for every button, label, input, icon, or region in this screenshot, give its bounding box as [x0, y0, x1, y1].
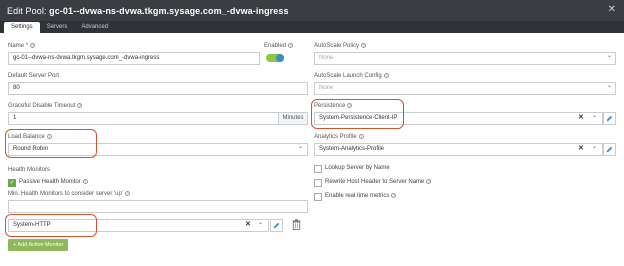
default-port-label: Default Server Port [8, 73, 60, 79]
rewrite-checkbox[interactable] [314, 179, 322, 187]
enabled-toggle[interactable] [266, 54, 284, 62]
help-icon[interactable]: ? [426, 179, 432, 184]
tab-advanced[interactable]: Advanced [74, 22, 115, 33]
graceful-unit: Minutes [279, 112, 308, 125]
help-icon[interactable]: ? [358, 134, 364, 139]
chevron-down-icon[interactable]: ⌄ [298, 143, 303, 150]
pencil-icon[interactable] [603, 112, 616, 125]
autoscale-policy-label: AutoScale Policy? [314, 43, 367, 50]
help-icon[interactable]: ? [82, 179, 88, 184]
modal-titlebar: Edit Pool: gc-01--dvwa-ns-dvwa.tkgm.sysa… [0, 0, 624, 21]
help-icon[interactable]: ? [391, 193, 397, 198]
lookup-label: Lookup Server by Name [325, 165, 390, 171]
pencil-icon[interactable] [603, 143, 616, 156]
tab-settings[interactable]: Settings [4, 22, 40, 33]
lookup-checkbox[interactable] [314, 165, 322, 173]
trash-icon[interactable] [292, 219, 301, 232]
chevron-down-icon[interactable]: ⌄ [592, 112, 597, 119]
rewrite-label: Rewrite Host Header to Server Name? [325, 179, 432, 186]
modal-title: Edit Pool: gc-01--dvwa-ns-dvwa.tkgm.sysa… [7, 6, 289, 16]
realtime-label: Enable real time metrics? [325, 193, 397, 200]
autoscale-launch-label: AutoScale Launch Config? [314, 73, 389, 80]
required-marker: * [25, 43, 29, 50]
toggle-knob [276, 54, 284, 62]
chevron-down-icon[interactable]: ⌄ [607, 52, 612, 59]
realtime-checkbox[interactable] [314, 193, 322, 201]
graceful-label: Graceful Disable Timeout? [8, 103, 83, 110]
title-pool-name: gc-01--dvwa-ns-dvwa.tkgm.sysage.com_-dvw… [49, 5, 289, 16]
min-health-input[interactable] [8, 200, 308, 213]
analytics-label: Analytics Profile? [314, 134, 364, 141]
clear-icon[interactable]: ✕ [578, 113, 584, 121]
help-icon[interactable]: ? [361, 43, 367, 48]
name-label: Name *? [8, 43, 36, 50]
default-port-input[interactable]: 80 [8, 82, 308, 95]
tab-servers[interactable]: Servers [40, 22, 75, 33]
min-health-label: Min. Health Monitors to consider server … [8, 191, 131, 198]
name-input[interactable]: gc-01--dvwa-ns-dvwa.tkgm.sysage.com_-dvw… [8, 52, 260, 65]
clear-icon[interactable]: ✕ [245, 220, 251, 228]
monitor-highlight [5, 214, 97, 237]
enabled-label: Enabled? [264, 43, 294, 50]
lb-highlight [5, 129, 97, 158]
help-icon[interactable]: ? [125, 191, 131, 196]
analytics-select[interactable]: System-Analytics-Profile [314, 143, 603, 156]
passive-label: Passive Health Monitor? [19, 179, 88, 186]
autoscale-policy-select[interactable]: None [314, 52, 616, 65]
passive-checkbox[interactable]: ✓ [8, 179, 16, 187]
help-icon[interactable]: ? [30, 43, 36, 48]
help-icon[interactable]: ? [383, 73, 389, 78]
chevron-down-icon[interactable]: ⌄ [258, 219, 263, 226]
graceful-input[interactable]: 1 [8, 112, 279, 125]
help-icon[interactable]: ? [77, 103, 83, 108]
autoscale-launch-select[interactable]: None [314, 82, 616, 95]
clear-icon[interactable]: ✕ [578, 144, 584, 152]
pencil-icon[interactable] [270, 219, 283, 232]
chevron-down-icon[interactable]: ⌄ [592, 143, 597, 150]
persistence-highlight [311, 99, 404, 129]
help-icon[interactable]: ? [288, 43, 294, 48]
tab-bar: Settings Servers Advanced [0, 21, 624, 33]
settings-panel: Name *? gc-01--dvwa-ns-dvwa.tkgm.sysage.… [0, 33, 624, 266]
chevron-down-icon[interactable]: ⌄ [607, 82, 612, 89]
close-icon[interactable]: ✕ [608, 4, 616, 15]
title-prefix: Edit Pool: [7, 5, 50, 16]
health-monitors-label: Health Monitors [8, 167, 51, 173]
add-active-monitor-button[interactable]: + Add Active Monitor [8, 239, 69, 251]
